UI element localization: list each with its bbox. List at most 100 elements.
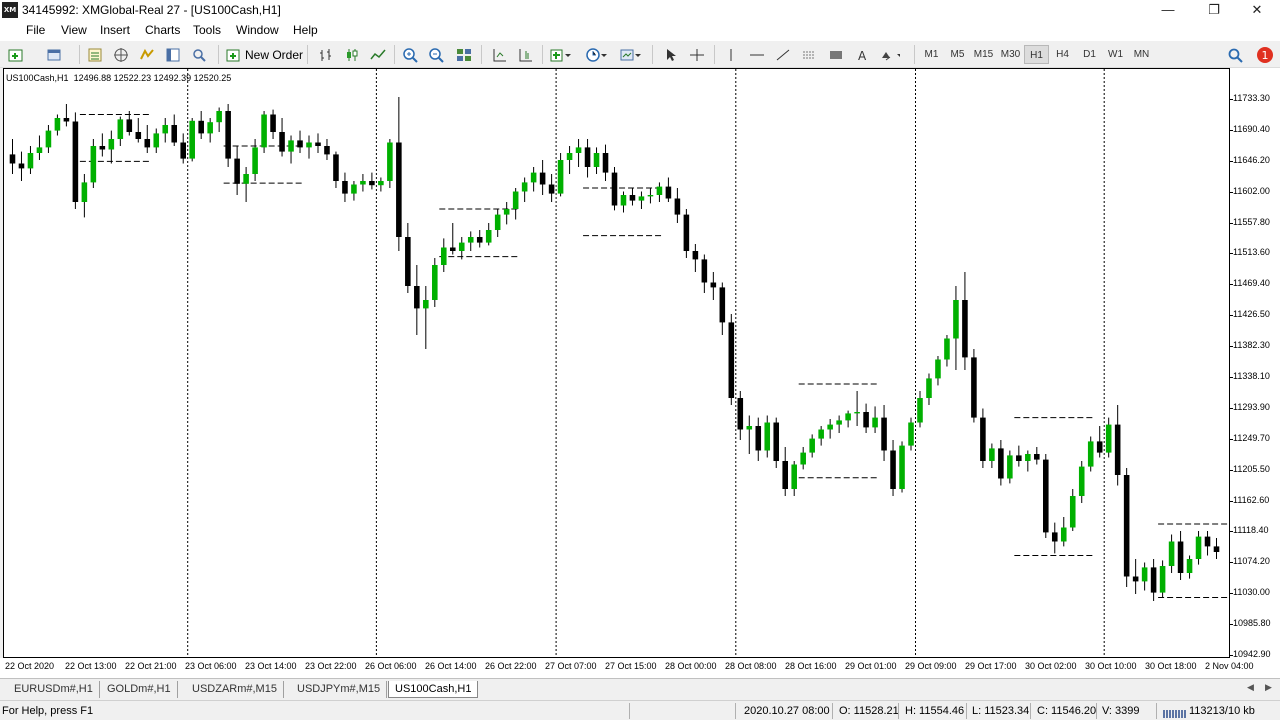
tab-eurusd[interactable]: EURUSDm#,H1 <box>8 681 100 698</box>
minimize-icon[interactable]: — <box>1145 0 1191 20</box>
menu-charts[interactable]: Charts <box>145 23 180 37</box>
timeframe-w1[interactable]: W1 <box>1103 45 1128 64</box>
candle-body-up <box>944 338 950 360</box>
candle-body-down <box>324 146 330 155</box>
chart-canvas[interactable] <box>3 68 1230 658</box>
candle <box>1213 538 1220 559</box>
data-window-icon[interactable] <box>136 44 158 65</box>
candle-body-down <box>99 146 106 150</box>
menu-help[interactable]: Help <box>293 23 318 37</box>
menu-window[interactable]: Window <box>236 23 279 37</box>
candle-body-down <box>1177 541 1184 573</box>
terminal-icon[interactable] <box>162 44 184 65</box>
candle-body-down <box>692 251 699 260</box>
status-traffic: 113213/10 kb <box>1189 705 1255 717</box>
profiles-icon[interactable] <box>44 44 66 65</box>
templates-icon[interactable] <box>619 44 641 65</box>
menu-insert[interactable]: Insert <box>100 23 130 37</box>
candlestick-icon[interactable] <box>341 44 363 65</box>
search-icon[interactable] <box>1225 44 1247 65</box>
bar-chart-icon[interactable] <box>315 44 337 65</box>
close-icon[interactable]: ✕ <box>1234 0 1280 20</box>
candle-body-up <box>854 412 860 414</box>
periods-icon[interactable] <box>585 44 607 65</box>
timeframe-m1[interactable]: M1 <box>919 45 944 64</box>
candle <box>387 139 393 188</box>
app-logo-icon: XM <box>2 2 18 18</box>
notifications-icon[interactable]: 1 <box>1254 44 1276 65</box>
tile-windows-icon[interactable] <box>453 44 475 65</box>
timeframe-mn[interactable]: MN <box>1129 45 1154 64</box>
candle-body-down <box>1051 532 1058 542</box>
candle-body-down <box>1043 459 1049 533</box>
timeframe-d1[interactable]: D1 <box>1077 45 1102 64</box>
time-tick-label: 23 Oct 14:00 <box>245 661 297 671</box>
candle-body-up <box>54 118 61 131</box>
text-icon[interactable]: A <box>851 44 873 65</box>
candle-body-up <box>620 195 627 206</box>
restore-icon[interactable]: ❐ <box>1191 0 1237 20</box>
tab-gold[interactable]: GOLDm#,H1 <box>101 681 178 698</box>
candle <box>1105 417 1112 458</box>
time-axis[interactable]: 22 Oct 2020 22 Oct 13:00 22 Oct 21:00 23 Oc… <box>0 658 1280 678</box>
tab-usdjpy[interactable]: USDJPYm#,M15 <box>291 681 388 698</box>
navigator-icon[interactable] <box>110 44 132 65</box>
timeframe-m30[interactable]: M30 <box>998 45 1023 64</box>
candle-body-up <box>423 300 429 309</box>
candle-body-up <box>351 184 357 194</box>
candlestick-chart[interactable] <box>4 69 1229 657</box>
candle <box>162 118 169 143</box>
arrows-icon[interactable] <box>878 44 900 65</box>
zoom-out-icon[interactable] <box>426 44 448 65</box>
candle-body-up <box>117 119 124 139</box>
time-tick-label: 30 Oct 02:00 <box>1025 661 1077 671</box>
candle <box>521 177 528 202</box>
tab-scroll-right-icon[interactable]: ▶ <box>1265 682 1272 693</box>
new-chart-icon[interactable] <box>6 44 28 65</box>
timeframe-m15[interactable]: M15 <box>971 45 996 64</box>
candle-body-down <box>602 153 609 173</box>
tab-us100cash[interactable]: US100Cash,H1 <box>388 681 479 698</box>
autoscroll-icon[interactable] <box>488 44 510 65</box>
time-tick-label: 23 Oct 22:00 <box>305 661 357 671</box>
chart-shift-icon[interactable] <box>514 44 536 65</box>
rectangle-icon[interactable] <box>825 44 847 65</box>
strategy-tester-icon[interactable] <box>188 44 210 65</box>
price-scale[interactable]: 11733.30 11690.40 11646.20 11602.00 11557.80… <box>1230 68 1280 659</box>
cursor-icon[interactable] <box>659 44 681 65</box>
candle <box>593 147 600 174</box>
timeframe-m5[interactable]: M5 <box>945 45 970 64</box>
menu-view[interactable]: View <box>61 23 87 37</box>
menu-tools[interactable]: Tools <box>193 23 221 37</box>
candle <box>737 391 744 440</box>
tab-usdzar[interactable]: USDZARm#,M15 <box>186 681 284 698</box>
time-tick-label: 22 Oct 2020 <box>5 661 55 671</box>
menu-file[interactable]: File <box>26 23 45 37</box>
candle <box>1016 445 1022 467</box>
candle-body-up <box>809 438 815 453</box>
horizontal-line-icon[interactable] <box>746 44 768 65</box>
channel-icon[interactable] <box>798 44 820 65</box>
tab-scroll-left-icon[interactable]: ◀ <box>1247 682 1254 693</box>
candle <box>45 125 52 153</box>
candle-body-down <box>998 448 1004 479</box>
trendline-icon[interactable] <box>772 44 794 65</box>
candle <box>369 172 375 190</box>
candle <box>854 391 860 426</box>
line-chart-icon[interactable] <box>367 44 389 65</box>
new-order-button[interactable]: New Order <box>226 44 303 65</box>
market-watch-icon[interactable] <box>84 44 106 65</box>
candle-body-up <box>1186 559 1193 573</box>
candle <box>980 408 986 468</box>
zoom-in-icon[interactable] <box>400 44 422 65</box>
timeframe-h1[interactable]: H1 <box>1024 45 1049 64</box>
candle-body-down <box>674 198 681 215</box>
candle <box>467 231 474 251</box>
candle-body-up <box>1168 541 1175 566</box>
indicators-icon[interactable] <box>549 44 571 65</box>
timeframe-h4[interactable]: H4 <box>1050 45 1075 64</box>
candle <box>539 160 546 195</box>
vertical-line-icon[interactable] <box>720 44 742 65</box>
candle-body-up <box>512 191 519 209</box>
crosshair-icon[interactable] <box>686 44 708 65</box>
